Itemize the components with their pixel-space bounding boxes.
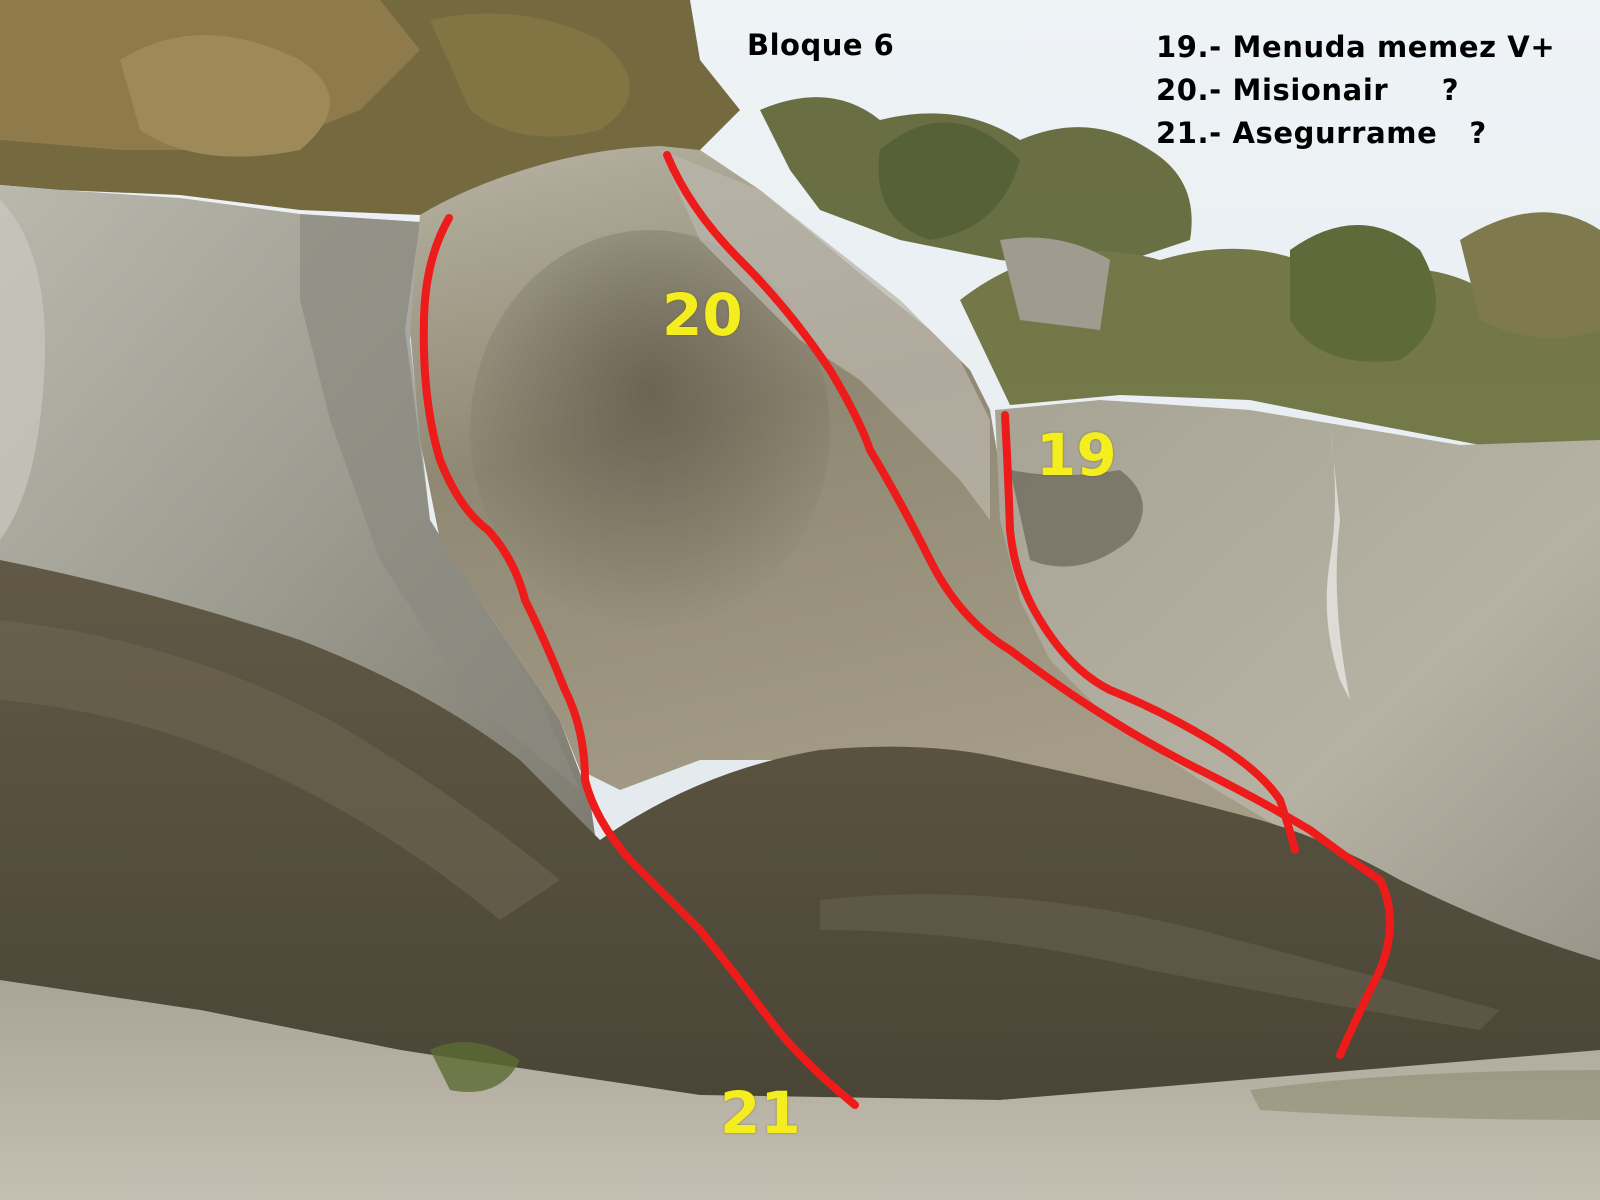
- legend-route-20: 20.- Misionair ?: [1156, 73, 1460, 107]
- route-label-19: 19: [1036, 421, 1117, 489]
- boulder-photo: [0, 0, 1600, 1200]
- route-legend: 19.- Menuda memez V+ 20.- Misionair ? 21…: [1156, 26, 1596, 155]
- block-title: Bloque 6: [747, 28, 895, 62]
- topo-photo: Bloque 6 19.- Menuda memez V+ 20.- Misio…: [0, 0, 1600, 1200]
- route-label-21: 21: [720, 1079, 801, 1147]
- route-label-20: 20: [662, 281, 743, 349]
- legend-route-21: 21.- Asegurrame ?: [1156, 116, 1487, 150]
- legend-route-19: 19.- Menuda memez V+: [1156, 30, 1556, 64]
